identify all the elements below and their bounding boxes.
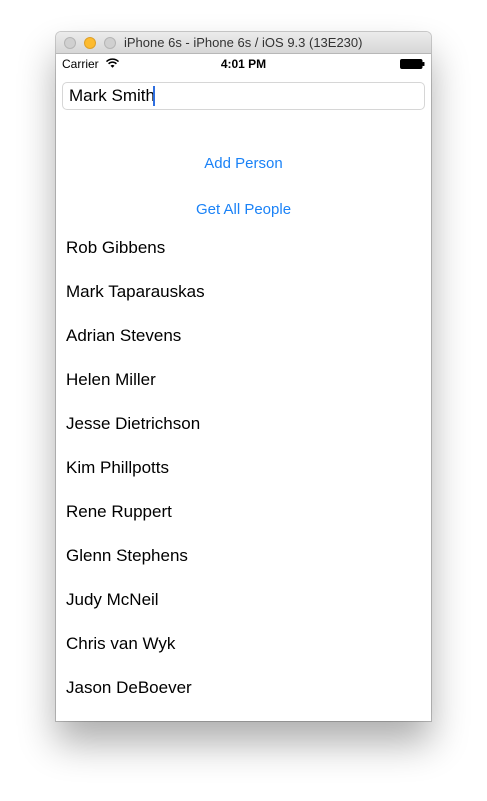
- list-item[interactable]: Judy McNeil: [56, 578, 431, 622]
- list-item[interactable]: Jesse Dietrichson: [56, 402, 431, 446]
- list-item[interactable]: Mark Taparauskas: [56, 270, 431, 314]
- people-list: Rob Gibbens Mark Taparauskas Adrian Stev…: [56, 226, 431, 710]
- zoom-window-button[interactable]: [104, 37, 116, 49]
- simulator-window: iPhone 6s - iPhone 6s / iOS 9.3 (13E230)…: [56, 32, 431, 721]
- list-item[interactable]: Kim Phillpotts: [56, 446, 431, 490]
- list-item[interactable]: Helen Miller: [56, 358, 431, 402]
- name-input[interactable]: [62, 82, 425, 110]
- window-title: iPhone 6s - iPhone 6s / iOS 9.3 (13E230): [124, 35, 363, 50]
- phone-screen: Carrier 4:01 PM Add Person Get All Peopl…: [56, 54, 431, 721]
- status-bar: Carrier 4:01 PM: [56, 54, 431, 74]
- list-item[interactable]: Rob Gibbens: [56, 226, 431, 270]
- list-item[interactable]: Glenn Stephens: [56, 534, 431, 578]
- get-all-people-button[interactable]: Get All People: [56, 197, 431, 223]
- text-cursor: [153, 86, 155, 106]
- add-person-button[interactable]: Add Person: [56, 151, 431, 177]
- list-item[interactable]: Rene Ruppert: [56, 490, 431, 534]
- clock: 4:01 PM: [220, 57, 267, 71]
- list-item[interactable]: Adrian Stevens: [56, 314, 431, 358]
- close-window-button[interactable]: [64, 37, 76, 49]
- window-titlebar[interactable]: iPhone 6s - iPhone 6s / iOS 9.3 (13E230): [56, 32, 431, 54]
- list-item[interactable]: Jason DeBoever: [56, 666, 431, 710]
- list-item[interactable]: Chris van Wyk: [56, 622, 431, 666]
- battery-icon: [400, 59, 425, 69]
- minimize-window-button[interactable]: [84, 37, 96, 49]
